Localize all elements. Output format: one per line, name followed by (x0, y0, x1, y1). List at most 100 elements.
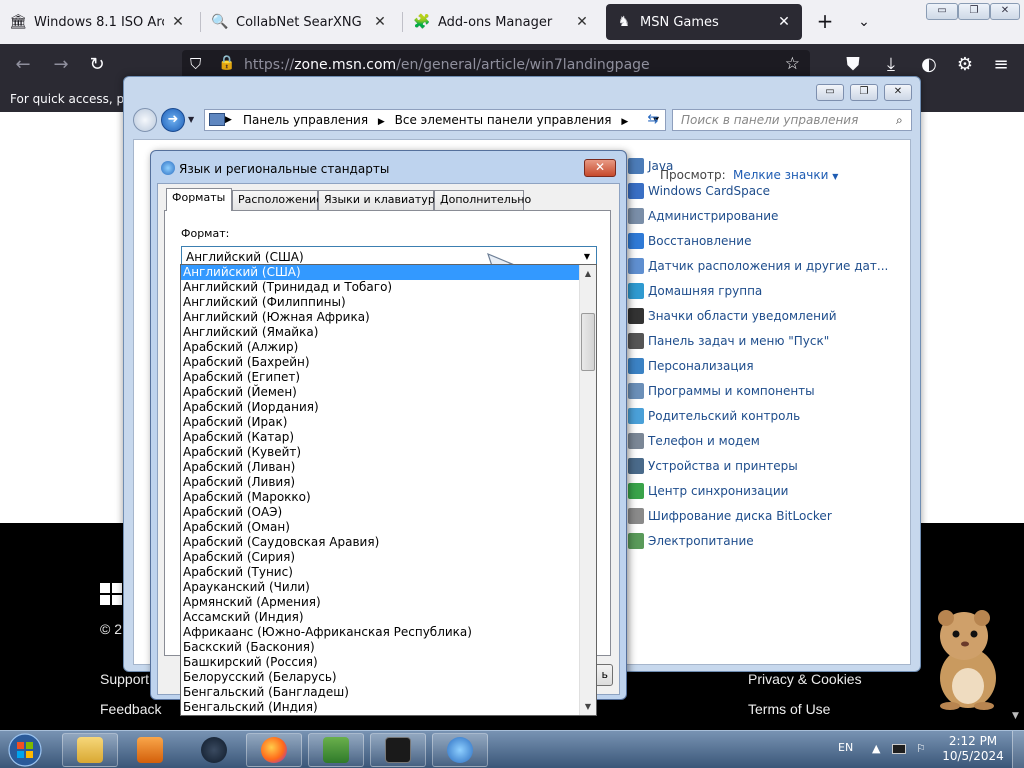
bookmark-star-icon[interactable]: ☆ (785, 54, 800, 74)
dropdown-option[interactable]: Арабский (Иордания) (181, 400, 579, 415)
dropdown-option[interactable]: Арабский (Египет) (181, 370, 579, 385)
show-hidden-icons-icon[interactable]: ▲ (872, 742, 880, 755)
cp-item[interactable]: Телефон и модем (628, 431, 760, 451)
terms-link[interactable]: Terms of Use (748, 701, 830, 717)
dropdown-option[interactable]: Арабский (Оман) (181, 520, 579, 535)
privacy-link[interactable]: Privacy & Cookies (748, 671, 862, 687)
dropdown-option[interactable]: Арабский (Кувейт) (181, 445, 579, 460)
dropdown-option[interactable]: Арабский (Алжир) (181, 340, 579, 355)
shield-icon[interactable]: ⛉ (190, 55, 201, 73)
tab-collabnet-searxng[interactable]: 🔍 CollabNet SearXNG ✕ (202, 4, 398, 40)
tab-msn-games[interactable]: ♞ MSN Games ✕ (606, 4, 802, 40)
cp-item[interactable]: Java (628, 156, 673, 176)
dropdown-option[interactable]: Арабский (Саудовская Аравия) (181, 535, 579, 550)
account-icon[interactable]: ◐ (916, 52, 942, 78)
show-desktop-button[interactable] (1012, 731, 1024, 768)
dropdown-option[interactable]: Арабский (Ливия) (181, 475, 579, 490)
dropdown-option[interactable]: Арабский (Марокко) (181, 490, 579, 505)
cp-item[interactable]: Администрирование (628, 206, 778, 226)
dropdown-option[interactable]: Армянский (Армения) (181, 595, 579, 610)
scroll-up-arrow-icon[interactable]: ▲ (580, 265, 596, 282)
display-icon[interactable] (892, 744, 906, 754)
new-tab-button[interactable]: + (812, 8, 838, 36)
minimize-button[interactable]: ▭ (926, 3, 958, 20)
cp-item[interactable]: Шифрование диска BitLocker (628, 506, 832, 526)
support-link[interactable]: Support (100, 671, 149, 687)
cp-item[interactable]: Датчик расположения и другие дат... (628, 256, 888, 276)
dropdown-option[interactable]: Ассамский (Индия) (181, 610, 579, 625)
dropdown-option[interactable]: Английский (Южная Африка) (181, 310, 579, 325)
dropdown-option[interactable]: Английский (США) (181, 265, 579, 280)
cp-minimize-button[interactable]: ▭ (816, 84, 844, 101)
dropdown-option[interactable]: Арабский (Катар) (181, 430, 579, 445)
list-all-tabs-button[interactable]: ⌄ (852, 8, 876, 36)
close-tab-icon[interactable]: ✕ (372, 14, 388, 30)
scrollbar-thumb[interactable] (581, 313, 595, 371)
cp-item[interactable]: Электропитание (628, 531, 754, 551)
tab-location[interactable]: Расположение (232, 190, 323, 210)
close-tab-icon[interactable]: ✕ (170, 14, 186, 30)
dropdown-option[interactable]: Арабский (Тунис) (181, 565, 579, 580)
dropdown-option[interactable]: Африкаанс (Южно-Африканская Республика) (181, 625, 579, 640)
cp-item[interactable]: Значки области уведомлений (628, 306, 837, 326)
reload-button[interactable]: ↻ (84, 52, 110, 78)
system-clock[interactable]: 2:12 PM 10/5/2024 (940, 734, 1006, 764)
network-icon[interactable]: ⚐ (916, 742, 926, 755)
tab-formats[interactable]: Форматы (166, 188, 232, 211)
taskbar-control-panel[interactable] (432, 733, 488, 767)
dialog-close-button[interactable]: ✕ (584, 159, 616, 177)
cp-address-bar[interactable]: ▶ Панель управления ▶ Все элементы панел… (204, 109, 666, 131)
dropdown-option[interactable]: Английский (Ямайка) (181, 325, 579, 340)
dropdown-arrow-icon[interactable]: ▼ (832, 172, 838, 181)
cp-item[interactable]: Домашняя группа (628, 281, 762, 301)
taskbar-screen[interactable] (370, 733, 426, 767)
maximize-button[interactable]: ❐ (958, 3, 990, 20)
dropdown-option[interactable]: Бенгальский (Индия) (181, 700, 579, 715)
taskbar-explorer[interactable] (62, 733, 118, 767)
format-dropdown-list[interactable]: Английский (США) Английский (Тринидад и Т… (180, 264, 597, 716)
dropdown-option[interactable]: Арабский (Бахрейн) (181, 355, 579, 370)
taskbar-firefox[interactable] (246, 733, 302, 767)
cp-item[interactable]: Восстановление (628, 231, 751, 251)
tab-addons-manager[interactable]: 🧩 Add-ons Manager ✕ (404, 4, 600, 40)
forward-arrow-icon[interactable]: ➜ (161, 108, 185, 132)
dropdown-option[interactable]: Арауканский (Чили) (181, 580, 579, 595)
back-button[interactable]: ← (10, 52, 36, 78)
scroll-down-arrow-icon[interactable]: ▼ (580, 698, 596, 715)
close-window-button[interactable]: ✕ (990, 3, 1020, 20)
dropdown-scrollbar[interactable]: ▲ ▼ (579, 265, 596, 715)
taskbar-user-accounts[interactable] (308, 733, 364, 767)
breadcrumb-chevron-icon[interactable]: ▶ (378, 117, 385, 127)
cp-item[interactable]: Программы и компоненты (628, 381, 815, 401)
cp-item[interactable]: Центр синхронизации (628, 481, 788, 501)
cp-maximize-button[interactable]: ❐ (850, 84, 878, 101)
cp-search-input[interactable]: Поиск в панели управления (672, 109, 912, 131)
extensions-icon[interactable]: ⚙ (952, 52, 978, 78)
dropdown-option[interactable]: Бенгальский (Бангладеш) (181, 685, 579, 700)
url-text[interactable]: https://zone.msn.com/en/general/article/… (244, 57, 650, 73)
language-indicator[interactable]: EN (838, 741, 853, 754)
dropdown-option[interactable]: Английский (Тринидад и Тобаго) (181, 280, 579, 295)
scroll-down-arrow-icon[interactable]: ▼ (1012, 711, 1019, 721)
back-arrow-icon[interactable] (133, 108, 157, 132)
breadcrumb-control-panel[interactable]: Панель управления (243, 113, 368, 127)
recent-pages-chevron-icon[interactable]: ▼ (188, 115, 194, 124)
taskbar-steam[interactable] (186, 733, 242, 767)
dropdown-option[interactable]: Белорусский (Беларусь) (181, 670, 579, 685)
start-button[interactable] (4, 732, 46, 768)
refresh-icon[interactable]: ⇆ (642, 109, 664, 131)
tab-windows-iso-archive[interactable]: 🏛 Windows 8.1 ISO Archive : ✕ (0, 4, 196, 40)
dropdown-option[interactable]: Башкирский (Россия) (181, 655, 579, 670)
tab-administrative[interactable]: Дополнительно (434, 190, 531, 210)
pocket-icon[interactable]: ⛊ (840, 52, 866, 78)
lock-icon[interactable]: 🔒 (218, 55, 235, 71)
cp-item[interactable]: Устройства и принтеры (628, 456, 798, 476)
dropdown-option[interactable]: Баскский (Баскония) (181, 640, 579, 655)
dropdown-option[interactable]: Арабский (ОАЭ) (181, 505, 579, 520)
close-tab-icon[interactable]: ✕ (574, 14, 590, 30)
dropdown-option[interactable]: Английский (Филиппины) (181, 295, 579, 310)
dropdown-option[interactable]: Арабский (Йемен) (181, 385, 579, 400)
breadcrumb-all-items[interactable]: Все элементы панели управления (395, 113, 612, 127)
forward-button[interactable]: → (48, 52, 74, 78)
download-icon[interactable]: ⤓ (878, 52, 904, 78)
